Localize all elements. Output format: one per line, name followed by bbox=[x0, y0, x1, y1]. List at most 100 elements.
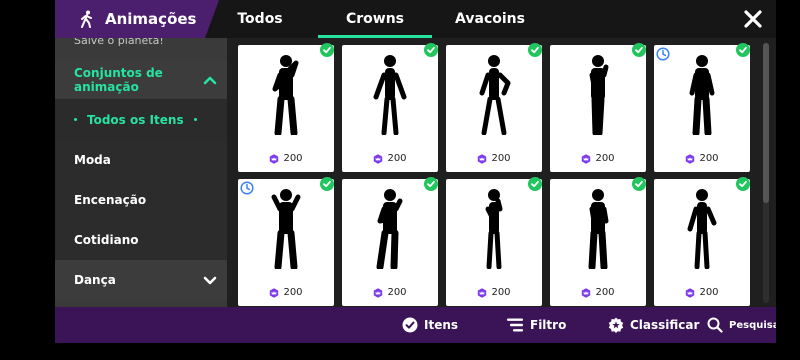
price-value: 200 bbox=[595, 153, 615, 164]
avatar-silhouette bbox=[589, 55, 609, 135]
owned-check-icon bbox=[736, 43, 750, 57]
price-value: 200 bbox=[595, 287, 615, 298]
price-tag: 200 bbox=[238, 153, 334, 164]
category-sidebar: Salve o planeta! Conjuntos de animação T… bbox=[55, 38, 227, 307]
price-value: 200 bbox=[387, 287, 407, 298]
itens-label: Itens bbox=[424, 318, 459, 332]
pesquisa-label: Pesquisa bbox=[729, 319, 776, 331]
animation-card[interactable]: 200 bbox=[238, 179, 334, 306]
avatar-silhouette bbox=[272, 55, 299, 135]
sidebar-item-label: Cotidiano bbox=[74, 232, 139, 247]
tab-todos[interactable]: Todos bbox=[220, 0, 300, 38]
price-tag: 200 bbox=[654, 153, 750, 164]
classificar-button[interactable]: Classificar bbox=[608, 307, 699, 343]
price-value: 200 bbox=[387, 153, 407, 164]
animation-card[interactable]: 200 bbox=[238, 45, 334, 172]
price-value: 200 bbox=[491, 287, 511, 298]
classificar-label: Classificar bbox=[630, 318, 700, 332]
price-tag: 200 bbox=[654, 287, 750, 298]
price-tag: 200 bbox=[342, 287, 438, 298]
sidebar-item-moda[interactable]: Moda bbox=[55, 140, 227, 180]
crown-coin-icon bbox=[582, 153, 591, 164]
animation-card[interactable]: 200 bbox=[342, 45, 438, 172]
chevron-up-icon bbox=[203, 76, 217, 84]
crown-coin-icon bbox=[478, 287, 487, 298]
sidebar-item-danca[interactable]: Dança bbox=[55, 260, 227, 300]
price-tag: 200 bbox=[550, 287, 646, 298]
price-value: 200 bbox=[699, 287, 719, 298]
owned-check-icon bbox=[320, 43, 334, 57]
owned-check-icon bbox=[320, 177, 334, 191]
crown-coin-icon bbox=[270, 287, 279, 298]
title-tab: Animações bbox=[55, 0, 219, 38]
tab-crowns[interactable]: Crowns bbox=[318, 0, 432, 38]
avatar-silhouette bbox=[689, 55, 715, 135]
sidebar-item-encenacao[interactable]: Encenação bbox=[55, 180, 227, 220]
animation-card[interactable]: 200 bbox=[654, 45, 750, 172]
price-value: 200 bbox=[283, 287, 303, 298]
animation-card[interactable]: 200 bbox=[342, 179, 438, 306]
price-tag: 200 bbox=[446, 153, 542, 164]
price-value: 200 bbox=[491, 153, 511, 164]
price-tag: 200 bbox=[238, 287, 334, 298]
page-title: Animações bbox=[105, 10, 197, 28]
chevron-down-icon bbox=[203, 276, 217, 285]
clock-icon bbox=[656, 47, 670, 61]
crown-coin-icon bbox=[686, 287, 695, 298]
sidebar-item-salve-o-planeta[interactable]: Salve o planeta! bbox=[74, 38, 164, 47]
owned-check-icon bbox=[528, 177, 542, 191]
animation-card[interactable]: 200 bbox=[446, 45, 542, 172]
sidebar-item-label: Dança bbox=[74, 273, 116, 287]
bullet-dot-icon bbox=[193, 117, 197, 121]
avatar-silhouette bbox=[479, 55, 511, 135]
pesquisa-button[interactable]: Pesquisa bbox=[707, 307, 776, 343]
scrollbar-thumb[interactable] bbox=[763, 43, 769, 203]
animation-card[interactable]: 200 bbox=[654, 179, 750, 306]
walking-figure-icon bbox=[81, 10, 92, 28]
filtro-button[interactable]: Filtro bbox=[506, 307, 566, 343]
avatar-silhouette bbox=[687, 189, 717, 269]
check-circle-icon bbox=[402, 317, 418, 333]
price-tag: 200 bbox=[550, 153, 646, 164]
crown-coin-icon bbox=[374, 287, 383, 298]
avatar-silhouette bbox=[271, 189, 301, 269]
owned-check-icon bbox=[528, 43, 542, 57]
close-icon[interactable] bbox=[741, 7, 765, 31]
price-tag: 200 bbox=[446, 287, 542, 298]
price-value: 200 bbox=[283, 153, 303, 164]
owned-check-icon bbox=[424, 43, 438, 57]
crown-coin-icon bbox=[270, 153, 279, 164]
avatar-silhouette bbox=[373, 55, 407, 135]
sidebar-item-label: Moda bbox=[74, 152, 111, 167]
owned-check-icon bbox=[632, 43, 646, 57]
price-tag: 200 bbox=[342, 153, 438, 164]
owned-check-icon bbox=[736, 177, 750, 191]
tab-avacoins[interactable]: Avacoins bbox=[450, 0, 530, 38]
avatar-silhouette bbox=[376, 189, 403, 269]
crown-coin-icon bbox=[374, 153, 383, 164]
animations-window: Animações Todos Crowns Avacoins Salve o … bbox=[55, 0, 776, 343]
avatar-silhouette bbox=[588, 189, 609, 269]
sidebar-item-conjuntos-de-animacao[interactable]: Conjuntos de animação bbox=[55, 60, 227, 100]
crown-coin-icon bbox=[686, 153, 695, 164]
search-icon bbox=[707, 317, 723, 333]
filter-icon bbox=[507, 318, 523, 332]
sidebar-item-todos-os-itens[interactable]: Todos os Itens bbox=[55, 100, 227, 140]
sidebar-item-label: Todos os Itens bbox=[87, 113, 184, 127]
header-bar: Animações Todos Crowns Avacoins bbox=[55, 0, 776, 38]
crown-coin-icon bbox=[582, 287, 591, 298]
bottom-toolbar: Itens Filtro Classificar Pesquisa bbox=[55, 307, 776, 343]
animation-card[interactable]: 200 bbox=[446, 179, 542, 306]
crown-coin-icon bbox=[478, 153, 487, 164]
bullet-dot-icon bbox=[74, 117, 77, 121]
animation-card[interactable]: 200 bbox=[550, 179, 646, 306]
owned-check-icon bbox=[632, 177, 646, 191]
sidebar-item-label: Encenação bbox=[74, 192, 147, 207]
badge-star-icon bbox=[608, 317, 624, 333]
owned-check-icon bbox=[424, 177, 438, 191]
clock-icon bbox=[240, 181, 254, 195]
itens-button[interactable]: Itens bbox=[402, 307, 458, 343]
filtro-label: Filtro bbox=[530, 318, 567, 332]
animation-card[interactable]: 200 bbox=[550, 45, 646, 172]
sidebar-item-cotidiano[interactable]: Cotidiano bbox=[55, 220, 227, 260]
